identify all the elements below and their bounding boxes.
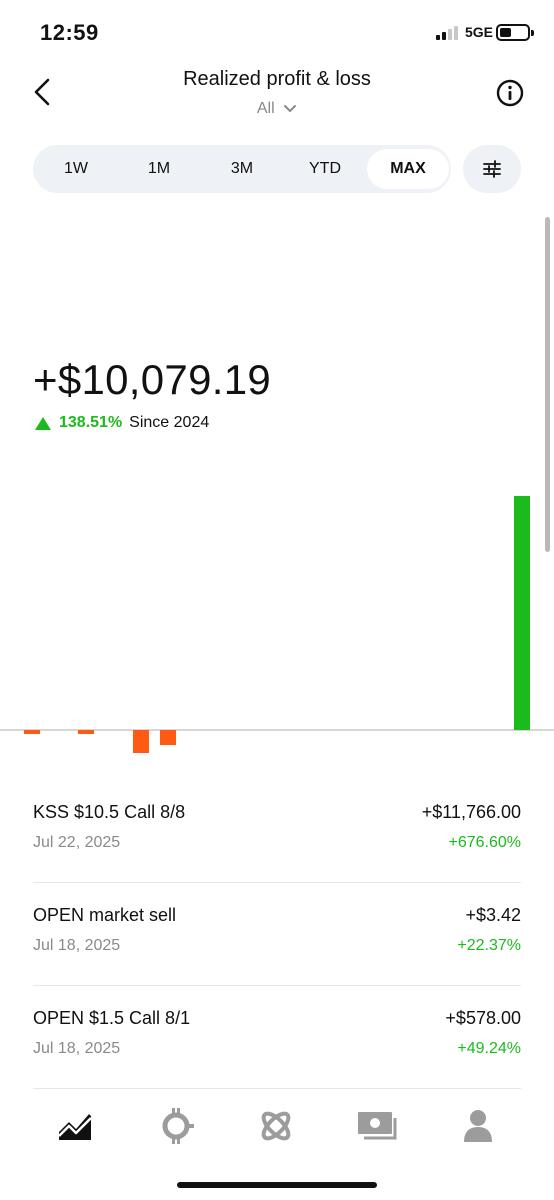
chevron-down-icon [284,104,297,112]
network-type: 5GE [465,24,494,40]
tab-1w[interactable]: 1W [33,149,119,189]
sliders-icon [483,160,501,178]
pnl-bar-chart [0,496,554,753]
pnl-since-label: Since 2024 [129,414,210,431]
transaction-date: Jul 22, 2025 [33,834,121,851]
nav-account[interactable] [458,1106,498,1146]
chart-bar [160,730,176,745]
nav-crypto[interactable] [156,1106,196,1146]
chart-bar [24,730,40,734]
status-bar: 12:59 5GE [0,0,554,60]
transaction-row[interactable]: OPEN market sell Jul 18, 2025 +$3.42 +22… [33,883,521,986]
atom-icon [261,1111,291,1141]
account-filter-dropdown[interactable]: All [0,100,554,118]
info-button[interactable] [496,79,524,107]
filter-button[interactable] [463,145,521,193]
triangle-up-icon [35,416,51,430]
transaction-percent: +22.37% [457,937,521,954]
transaction-date: Jul 18, 2025 [33,937,121,954]
page-title: Realized profit & loss [183,68,371,90]
account-filter-label: All [256,100,275,117]
tab-1m[interactable]: 1M [117,149,201,189]
transaction-amount: +$3.42 [465,905,521,925]
transaction-name: OPEN market sell [33,905,177,925]
transaction-name: OPEN $1.5 Call 8/1 [33,1008,191,1028]
cash-icon [358,1112,397,1140]
chart-icon [58,1111,92,1140]
transaction-list: KSS $10.5 Call 8/8 Jul 22, 2025 +$11,766… [33,780,521,1089]
chart-bar [514,496,530,730]
info-icon [496,79,524,107]
profile-icon [464,1110,492,1142]
cellular-signal-icon [436,26,462,40]
tab-max[interactable]: MAX [367,149,449,189]
realized-pnl-total: +$10,079.19 [33,356,272,403]
crypto-icon [162,1108,194,1144]
time-range-selector: 1W 1M 3M YTD MAX [33,145,451,193]
nav-investing[interactable] [55,1106,95,1146]
transaction-name: KSS $10.5 Call 8/8 [33,802,186,822]
tab-3m[interactable]: 3M [200,149,284,189]
transaction-row[interactable]: OPEN $1.5 Call 8/1 Jul 18, 2025 +$578.00… [33,986,521,1089]
chart-bar [78,730,94,734]
transaction-percent: +676.60% [448,834,521,851]
nav-discover[interactable] [256,1106,296,1146]
transaction-percent: +49.24% [457,1040,521,1057]
transaction-amount: +$578.00 [445,1008,521,1028]
pnl-change-percent: 138.51% [59,414,123,431]
pnl-change: 138.51% Since 2024 [35,414,209,432]
nav-cash[interactable] [356,1106,397,1146]
bottom-nav [0,1096,554,1156]
transaction-amount: +$11,766.00 [421,802,521,822]
transaction-date: Jul 18, 2025 [33,1040,121,1057]
status-time: 12:59 [40,20,99,45]
chart-bar [133,730,149,753]
battery-icon [496,24,534,41]
transaction-row[interactable]: KSS $10.5 Call 8/8 Jul 22, 2025 +$11,766… [33,780,521,883]
realized-pnl-screen: 12:59 5GE Realized profit & loss All 1W … [0,0,554,1200]
tab-ytd[interactable]: YTD [283,149,367,189]
home-indicator[interactable] [177,1182,377,1188]
